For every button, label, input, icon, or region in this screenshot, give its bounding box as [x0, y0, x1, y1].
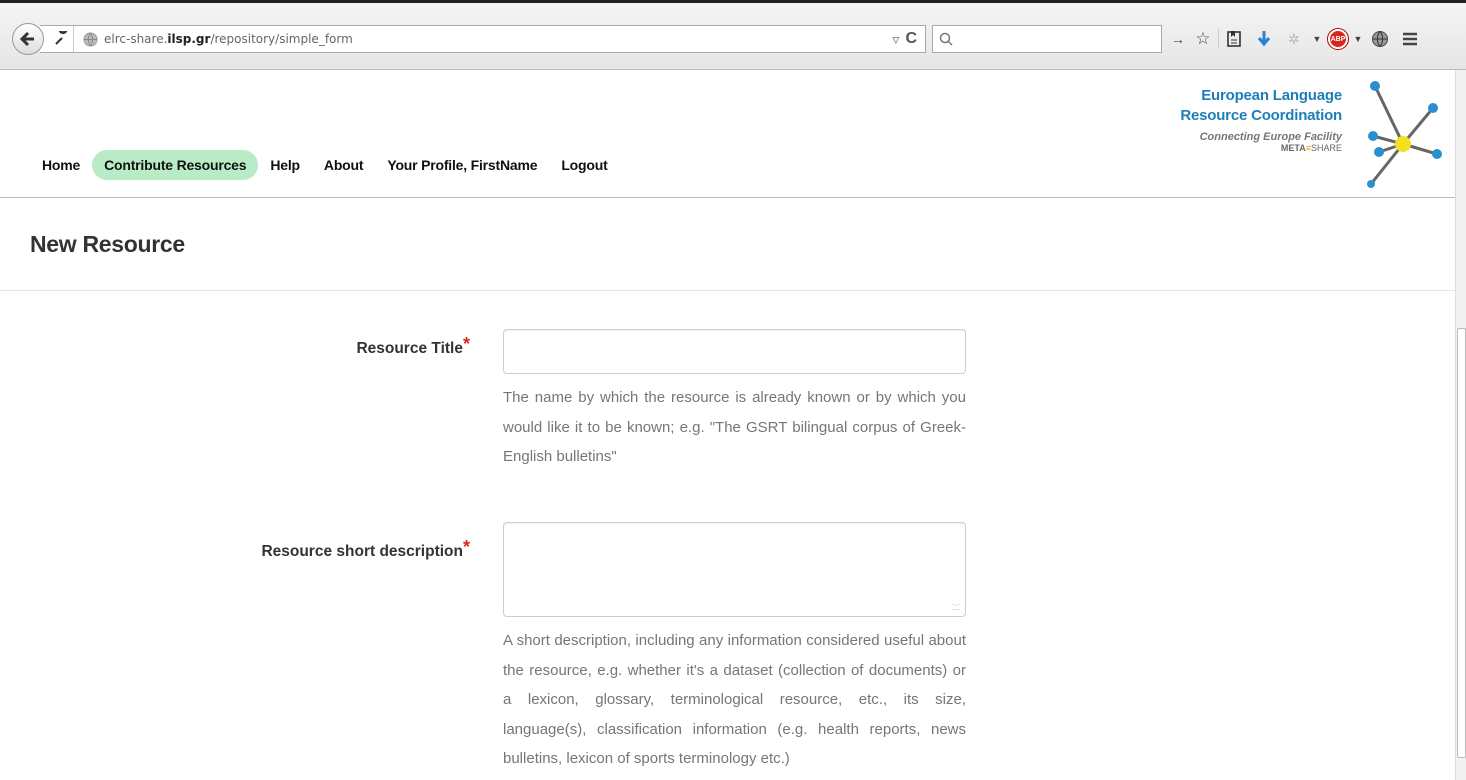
page-scrollbar[interactable]: [1455, 70, 1466, 780]
logo-title-line1: European Language: [1201, 87, 1342, 104]
site-header: Home Contribute Resources Help About You…: [0, 70, 1455, 198]
browser-toolbar: elrc-share.ilsp.gr/repository/simple_for…: [0, 0, 1466, 70]
bookmark-star-icon[interactable]: ☆: [1188, 25, 1218, 53]
reload-icon[interactable]: C: [905, 30, 917, 48]
resource-title-label: Resource Title*: [356, 334, 470, 357]
page-title: New Resource: [30, 231, 185, 257]
address-bar[interactable]: elrc-share.ilsp.gr/repository/simple_for…: [40, 25, 926, 53]
extension-icon[interactable]: ✲: [1279, 25, 1309, 53]
scrollbar-thumb[interactable]: [1457, 328, 1466, 758]
resource-title-help: The name by which the resource is alread…: [503, 389, 966, 465]
nav-help[interactable]: Help: [258, 150, 312, 180]
search-icon: [939, 32, 953, 46]
nav-your-profile[interactable]: Your Profile, FirstName: [375, 150, 549, 180]
main-nav: Home Contribute Resources Help About You…: [30, 150, 620, 180]
menu-icon[interactable]: [1395, 25, 1425, 53]
page-title-bar: New Resource: [0, 199, 1455, 291]
search-input[interactable]: [932, 25, 1162, 53]
required-marker: *: [462, 537, 470, 557]
globe-icon: [82, 31, 98, 47]
url-text[interactable]: elrc-share.ilsp.gr/repository/simple_for…: [104, 32, 353, 46]
globe-addon-icon[interactable]: [1365, 25, 1395, 53]
download-icon[interactable]: [1249, 25, 1279, 53]
back-button[interactable]: [12, 23, 44, 55]
nav-about[interactable]: About: [312, 150, 375, 180]
short-description-help: A short description, including any infor…: [503, 632, 966, 767]
network-logo-icon: [1367, 81, 1442, 188]
short-description-textarea[interactable]: [503, 522, 966, 617]
logo-title-line2: Resource Coordination: [1180, 107, 1342, 124]
short-description-label: Resource short description*: [261, 537, 470, 560]
nav-logout[interactable]: Logout: [549, 150, 619, 180]
extension-dropdown-icon[interactable]: ▼: [1309, 25, 1325, 53]
resource-title-input[interactable]: [503, 329, 966, 374]
adblock-icon[interactable]: ABP: [1325, 25, 1351, 53]
elrc-logo[interactable]: European Language Resource Coordination …: [1170, 78, 1450, 190]
logo-meta-share: META≡SHARE: [1280, 143, 1342, 153]
bookmarks-list-icon[interactable]: [1219, 25, 1249, 53]
nav-contribute-resources[interactable]: Contribute Resources: [92, 150, 259, 180]
url-dropdown-icon[interactable]: ▿: [892, 31, 899, 48]
logo-tagline: Connecting Europe Facility: [1199, 131, 1342, 143]
adblock-dropdown-icon[interactable]: ▼: [1351, 25, 1365, 53]
resize-grip-icon[interactable]: . ..:.: [952, 598, 960, 612]
required-marker: *: [462, 334, 470, 354]
back-arrow-icon: [19, 31, 34, 47]
site-identity-icon[interactable]: [48, 26, 74, 52]
nav-home[interactable]: Home: [30, 150, 92, 180]
search-go-arrow-icon[interactable]: →: [1168, 25, 1188, 53]
